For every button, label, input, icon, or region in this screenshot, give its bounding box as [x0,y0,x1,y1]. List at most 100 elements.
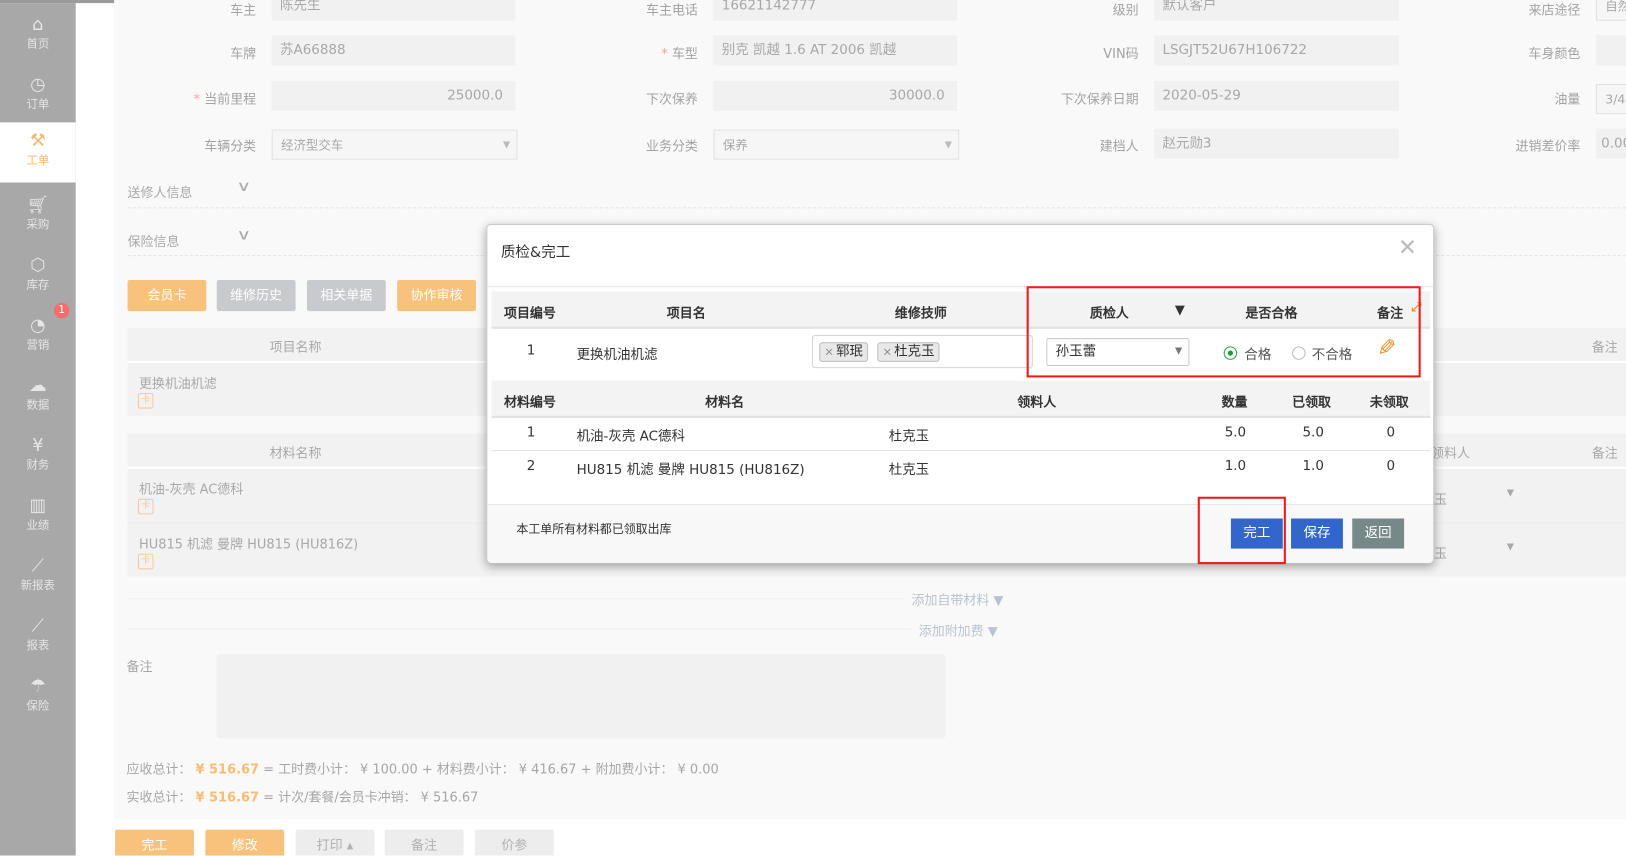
remark-button[interactable]: 备注 [384,829,464,856]
fuel-select[interactable]: 3/4 [1595,83,1626,115]
sidebar-item-finance[interactable]: ¥ 财务 [0,427,76,487]
next-maint-field[interactable]: 30000.0 [713,80,958,111]
col-material-no: 材料编号 [503,394,556,410]
print-button[interactable]: 打印 ▴ [295,829,375,856]
sidebar-item-new-report[interactable]: ⟋ 新报表 [0,548,76,608]
member-card-button[interactable]: 会员卡 [127,279,207,312]
chevron-down-icon[interactable]: ∨ [236,227,251,244]
sidebar-item-home[interactable]: ⌂ 首页 [0,6,76,66]
sender-info-section[interactable]: 送修人信息 [128,181,193,201]
item-name: 更换机油机滤 [138,375,217,391]
remove-icon[interactable]: × [882,345,892,358]
sidebar-item-orders[interactable]: ◷ 订单 [0,66,76,126]
technician-name: 郓珉 [836,344,864,360]
owner-field[interactable]: 陈先生 [271,0,516,21]
remove-icon[interactable]: × [824,345,834,358]
divider [491,450,1431,452]
technician-tag[interactable]: × 郓珉 [819,342,869,362]
vehicle-type-select[interactable]: 经济型交车 ▼ [271,129,518,160]
sidebar-item-purchase[interactable]: 🛒︎ 采购 [0,187,76,247]
material-taken: 5.0 [1302,425,1324,441]
receivable-amount: ¥ 516.67 [195,761,260,777]
model-label-text: 车型 [671,45,698,62]
material-picker[interactable]: 玉 [1434,488,1447,508]
remark-textarea[interactable] [216,654,946,739]
biz-type-label: 业务分类 [646,137,698,154]
material-no: 2 [526,458,536,474]
sidebar-item-label: 首页 [26,37,50,51]
yen-icon: ¥ [32,435,44,457]
sidebar-item-data[interactable]: ☁︎ 数据 [0,367,76,427]
divider [127,598,906,600]
actual-total: 实收总计： ¥ 516.67 = 计次/套餐/会员卡冲销： ¥ 516.67 [127,786,479,806]
receivable-label: 应收总计： [126,761,192,777]
level-field[interactable]: 默认客户 [1154,0,1399,21]
sidebar-item-performance[interactable]: ▥ 业绩 [0,487,76,547]
collab-review-button[interactable]: 协作审核 [397,279,476,312]
related-docs-button[interactable]: 相关单据 [306,279,386,312]
card-icon: 卡 [137,393,154,409]
model-label: * 车型 [661,45,698,62]
cloud-icon: ☁︎ [29,375,47,397]
clock-icon: ◷ [30,74,46,96]
sidebar-item-insurance[interactable]: ☂︎ 保险 [0,668,76,728]
repair-history-button[interactable]: 维修历史 [216,279,296,312]
material-no: 1 [526,425,536,441]
sidebar-item-label: 报表 [26,638,50,653]
sidebar: ⌂ 首页 ◷ 订单 ⚒ 工单 🛒︎ 采购 ⬡ 库存 1 ◔ 营销 ☁︎ 数据 ¥ 财务 ▥ 业绩 ⟋… [0,3,76,856]
chevron-down-icon[interactable]: ∨ [236,178,251,195]
fuel-label: 油量 [1554,91,1581,107]
add-own-material-link[interactable]: 添加自带材料 ▼ [912,589,1004,609]
line-chart-icon: ⟋ [31,555,45,577]
sidebar-item-label: 财务 [26,458,50,472]
next-date-field[interactable]: 2020-05-29 [1154,80,1399,111]
col-item-name: 项目名 [666,304,706,321]
col-taken: 已领取 [1292,394,1332,410]
sidebar-item-label: 保险 [26,698,50,713]
sidebar-item-label: 工单 [26,153,50,167]
source-select[interactable]: 自然 [1595,0,1626,21]
sidebar-item-marketing[interactable]: 1 ◔ 营销 [0,302,76,367]
col-picker: 领料人 [1017,394,1057,410]
sidebar-item-inventory[interactable]: ⬡ 库存 [0,247,76,307]
sidebar-item-label: 新报表 [20,578,55,593]
body-color-field[interactable] [1595,35,1626,66]
technician-tag[interactable]: × 杜克玉 [877,342,940,362]
price-ref-button[interactable]: 价参 [474,829,554,856]
margin-field[interactable]: 0.00 [1595,128,1626,159]
sidebar-item-report[interactable]: ⟋ 报表 [0,608,76,668]
vin-field[interactable]: LSGJT52U67H106722 [1154,35,1399,66]
col-untaken: 未领取 [1369,394,1409,410]
home-icon: ⌂ [32,14,44,36]
insurance-info-section[interactable]: 保险信息 [128,230,180,250]
caret-down-icon[interactable]: ▼ [1507,542,1514,552]
mileage-label: * 当前里程 [193,91,257,107]
model-field[interactable]: 别克 凯越 1.6 AT 2006 凯越 [713,35,958,66]
material-picker: 杜克玉 [888,429,930,445]
add-surcharge-link[interactable]: 添加附加费 ▼ [919,620,998,640]
finish-button[interactable]: 完工 [115,829,194,856]
material-qty: 1.0 [1224,458,1247,474]
item-no: 1 [526,343,536,359]
receivable-total: 应收总计： ¥ 516.67 = 工时费小计： ¥ 100.00 + 材料费小计… [127,758,719,778]
technician-multiselect[interactable]: × 郓珉 × 杜克玉 [811,334,1033,369]
dialog-save-button[interactable]: 保存 [1291,518,1343,549]
material-picker[interactable]: 玉 [1434,542,1447,562]
caret-down-icon[interactable]: ▼ [1507,488,1514,498]
materials-header-row [491,380,1431,418]
edit-button[interactable]: 修改 [205,829,285,856]
card-icon: 卡 [137,553,154,570]
close-icon[interactable]: ✕ [1398,237,1417,260]
plate-field[interactable]: 苏A66888 [271,35,516,66]
material-name: HU815 机滤 曼牌 HU815 (HU816Z) [576,462,805,479]
phone-field[interactable]: 16621142777 [713,0,958,21]
sidebar-item-label: 业绩 [26,518,50,532]
dialog-back-button[interactable]: 返回 [1352,518,1405,549]
material-picker: 杜克玉 [888,462,930,479]
creator-field[interactable]: 赵元勋3 [1154,128,1399,159]
mileage-field[interactable]: 25000.0 [271,80,516,111]
biz-type-select[interactable]: 保养 ▼ [713,129,960,160]
sidebar-item-workorder[interactable]: ⚒ 工单 [0,122,76,183]
col-material-name: 材料名称 [269,444,322,461]
qc-finish-dialog: 质检&完工 ✕ 项目编号 项目名 维修技师 质检人 ▼ 是否合格 备注 ⤢ 1 … [486,223,1435,565]
